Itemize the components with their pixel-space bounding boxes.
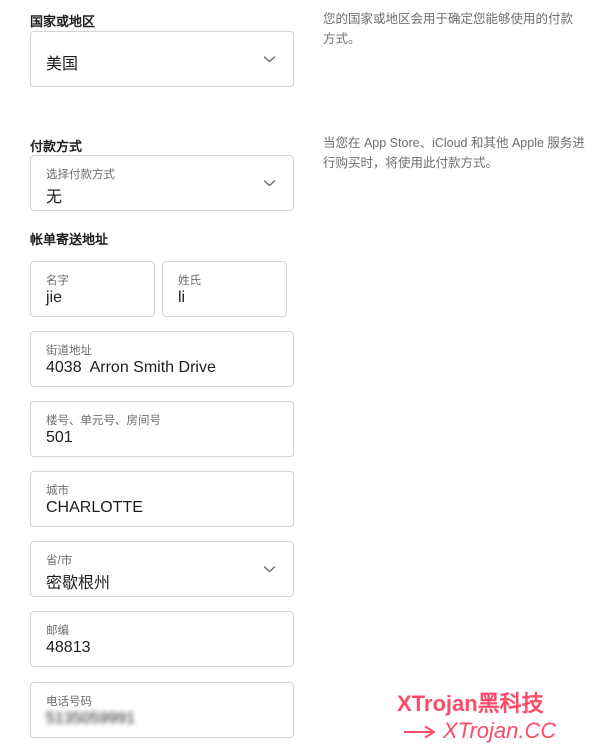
first-name-label: 名字 xyxy=(46,275,69,287)
phone-field[interactable]: 电话号码 5135059991 xyxy=(30,682,294,738)
phone-label: 电话号码 xyxy=(46,696,92,708)
first-name-field[interactable]: 名字 jie xyxy=(30,261,155,317)
zip-label: 邮编 xyxy=(46,625,69,637)
street-address-label: 街道地址 xyxy=(46,345,92,357)
payment-section-title: 付款方式 xyxy=(30,139,83,154)
country-select[interactable]: 美国 xyxy=(30,31,294,87)
unit-field[interactable]: 楼号、单元号、房间号 501 xyxy=(30,401,294,457)
chevron-down-icon xyxy=(263,566,276,573)
city-field[interactable]: 城市 CHARLOTTE xyxy=(30,471,294,527)
payment-method-select[interactable]: 选择付款方式 无 xyxy=(30,155,294,211)
country-section-title: 国家或地区 xyxy=(30,14,96,29)
country-help-text: 您的国家或地区会用于确定您能够使用的付款方式。 xyxy=(323,12,574,46)
last-name-field[interactable]: 姓氏 li xyxy=(162,261,287,317)
unit-value: 501 xyxy=(46,429,73,446)
street-address-value: 4038 Arron Smith Drive xyxy=(46,359,216,376)
zip-value: 48813 xyxy=(46,639,91,656)
phone-value: 5135059991 xyxy=(46,710,135,727)
first-name-value: jie xyxy=(46,289,63,306)
billing-section-title: 帐单寄送地址 xyxy=(30,232,109,247)
payment-method-value: 无 xyxy=(46,189,63,206)
watermark-url-row: XTrojan.CC xyxy=(403,718,556,744)
watermark-brand: XTrojan黑科技 xyxy=(397,691,544,716)
arrow-right-icon xyxy=(404,725,435,739)
payment-help-text: 当您在 App Store、iCloud 和其他 Apple 服务进行购买时，将… xyxy=(323,136,585,170)
payment-method-label: 选择付款方式 xyxy=(46,169,115,181)
street-address-field[interactable]: 街道地址 4038 Arron Smith Drive xyxy=(30,331,294,387)
last-name-label: 姓氏 xyxy=(178,275,201,287)
unit-label: 楼号、单元号、房间号 xyxy=(46,415,161,427)
state-select[interactable]: 省/市 密歇根州 xyxy=(30,541,294,597)
city-value: CHARLOTTE xyxy=(46,499,143,516)
zip-field[interactable]: 邮编 48813 xyxy=(30,611,294,667)
watermark-url: XTrojan.CC xyxy=(443,718,557,743)
chevron-down-icon xyxy=(263,180,276,187)
chevron-down-icon xyxy=(263,56,276,63)
state-label: 省/市 xyxy=(46,555,73,567)
last-name-value: li xyxy=(178,289,186,306)
city-label: 城市 xyxy=(46,485,69,497)
state-value: 密歇根州 xyxy=(46,575,111,592)
country-select-value: 美国 xyxy=(46,56,79,73)
payment-settings-page: 国家或地区 您的国家或地区会用于确定您能够使用的付款方式。 美国 付款方式 当您… xyxy=(0,0,606,753)
